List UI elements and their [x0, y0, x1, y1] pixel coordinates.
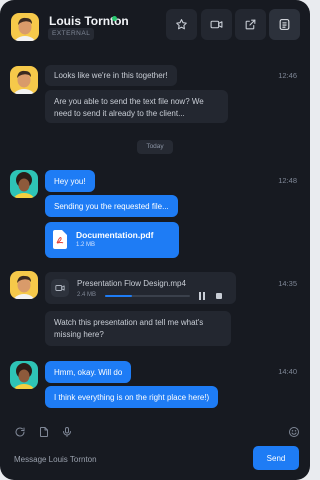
- online-status-dot: [112, 16, 117, 21]
- sender-avatar: [10, 271, 38, 299]
- file-size: 1.2 MB: [76, 242, 96, 248]
- file-attachment[interactable]: Documentation.pdf 1.2 MB: [45, 222, 179, 258]
- message-bubble: Hey you!: [45, 170, 95, 192]
- share-icon: [245, 19, 256, 30]
- message-bubble: Hmm, okay. Will do: [45, 361, 132, 383]
- chat-window: Louis Tornton EXTERNAL 12:46 Looks like …: [0, 0, 310, 480]
- contact-name: Louis Tornton: [49, 14, 129, 28]
- video-file-icon-box: [51, 279, 69, 297]
- sender-avatar: [10, 66, 38, 94]
- video-size: 2.4 MB: [77, 292, 97, 298]
- pdf-icon: [53, 230, 67, 249]
- video-file-icon: [55, 285, 65, 291]
- file-name: Documentation.pdf: [76, 230, 154, 240]
- message-bubble: I think everything is on the right place…: [45, 386, 219, 408]
- contact-avatar[interactable]: [11, 13, 39, 41]
- my-avatar: [10, 170, 38, 198]
- document-menu-button[interactable]: [269, 9, 300, 40]
- playback-progress-fill: [105, 295, 133, 297]
- playback-progress[interactable]: [105, 295, 190, 297]
- message-bubble: Sending you the requested file...: [45, 195, 178, 217]
- message-time: 14:40: [278, 367, 297, 376]
- refresh-icon: [15, 427, 25, 437]
- message-time: 14:35: [278, 279, 297, 288]
- star-icon: [176, 19, 187, 30]
- message-time: 12:48: [278, 176, 297, 185]
- video-attachment[interactable]: Presentation Flow Design.mp4 2.4 MB: [45, 272, 236, 304]
- refresh-button[interactable]: [14, 426, 26, 438]
- microphone-icon: [63, 427, 71, 437]
- message-time: 12:46: [278, 71, 297, 80]
- external-badge: EXTERNAL: [48, 28, 95, 40]
- my-avatar: [10, 361, 38, 389]
- message-bubble: Looks like we're in this together!: [45, 65, 177, 86]
- star-button[interactable]: [166, 9, 197, 40]
- chat-header: Louis Tornton EXTERNAL: [0, 0, 310, 54]
- share-button[interactable]: [235, 9, 266, 40]
- emoji-icon: [289, 427, 299, 437]
- video-call-icon: [210, 20, 223, 29]
- date-separator: Today: [137, 140, 173, 154]
- message-input[interactable]: [8, 448, 243, 470]
- send-button[interactable]: Send: [253, 446, 299, 470]
- emoji-button[interactable]: [288, 426, 300, 438]
- message-bubble: Watch this presentation and tell me what…: [45, 311, 231, 346]
- document-menu-icon: [279, 19, 290, 30]
- attachment-file-icon: [40, 427, 48, 437]
- video-call-button[interactable]: [201, 9, 232, 40]
- voice-button[interactable]: [61, 426, 73, 438]
- message-bubble: Are you able to send the text file now? …: [45, 90, 228, 123]
- attach-file-button[interactable]: [38, 426, 50, 438]
- video-name: Presentation Flow Design.mp4: [77, 279, 186, 288]
- pause-icon[interactable]: [198, 292, 206, 300]
- stop-icon[interactable]: [216, 293, 222, 299]
